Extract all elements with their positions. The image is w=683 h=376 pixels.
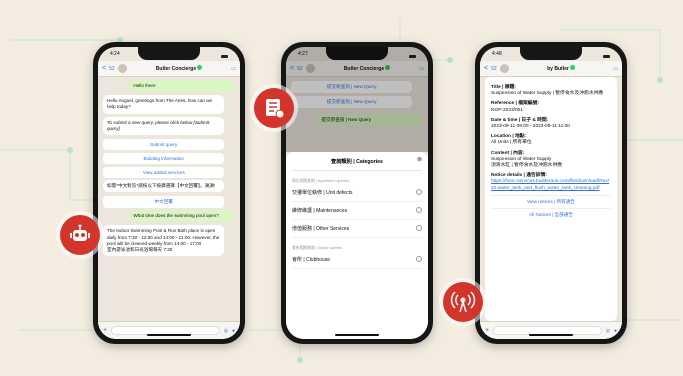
camera-icon[interactable]: ◎ [606,328,610,334]
notice-link[interactable]: https://fonic-services.builderaus.com/fi… [491,179,609,190]
message-input-bar: + ◎ ● [480,321,622,339]
answer-bubble: The Indoor Swimming Pool & Run Bath plac… [103,225,225,257]
field-value: 2023-09-11 09:00 - 2023-09-11 11:00 [491,124,570,130]
notch [520,47,582,60]
all-notices-button[interactable]: All Notices | 全部通告 [491,208,611,221]
checklist-icon [254,88,294,128]
verified-icon [197,65,203,70]
message-bubble: Hello there [129,80,235,93]
home-indicator [147,334,191,336]
categories-sheet: 查詢類別 | Categories ⊗ 單位相關查詢 | Apartment qu… [286,152,428,339]
broadcast-icon [443,282,483,322]
mic-icon[interactable]: ● [232,328,235,334]
answer-text: The Indoor Swimming Pool & Run Bath plac… [107,228,220,246]
robot-icon [60,215,100,255]
plus-icon[interactable]: + [103,327,107,334]
avatar[interactable] [117,64,127,73]
close-icon[interactable]: ⊗ [417,156,422,163]
home-indicator [335,334,379,336]
checklist-icon-graphic [266,99,285,119]
option-clubhouse[interactable]: 會所 | Clubhouse [292,251,422,269]
option-maintenances[interactable]: 維修維護 | Maintenances [292,202,422,220]
chat-header: < 52 Butler Concierge ▭ [98,61,240,77]
chat-title: Butler Concierge [155,66,197,72]
status-time: 4:24 [110,51,120,57]
phone-screen: 4:24 < 52 Butler Concierge ▭ Hello there… [98,47,240,339]
radio-icon[interactable] [416,256,422,262]
option-label: 交樓單位執修 | Unit defects [292,190,353,196]
question-bubble: What time does the swimming pool open? [129,210,235,223]
plus-icon[interactable]: + [485,327,489,334]
battery-icon [603,54,610,58]
building-information-button[interactable]: Building information [103,152,225,165]
phone-notice: 4:48 < 52 by Butler ▭ Title | 標題: Suspen… [475,42,627,344]
option-label: 會所 | Clubhouse [292,257,330,263]
radio-icon[interactable] [416,189,422,195]
robot-icon-graphic [70,224,90,241]
chat-title: by Butler [547,66,569,72]
option-unit-defects[interactable]: 交樓單位執修 | Unit defects [292,184,422,202]
field-value: All Units | 所有單位 [491,140,532,146]
message-bubble: Hello Anguel, greetings from The Aries, … [103,95,225,114]
option-label: 維修維護 | Maintenances [292,208,348,214]
unread-count: 52 [491,65,497,72]
phone-categories: 4:27 < 52 Butler Concierge ▭ 提交新查詢 | New… [281,42,433,344]
sheet-title-text: 查詢類別 | Categories [331,159,383,165]
view-notices-button[interactable]: View notices | 所有通告 [491,194,611,208]
message-bubble-zh: 如需*中文對答*請按以下按鍵選擇【中文回覆】。謝謝! [103,180,225,193]
camera-icon[interactable]: ◎ [224,328,228,334]
mic-icon[interactable]: ● [614,328,617,334]
video-call-icon[interactable]: ▭ [231,66,236,72]
message-bubble: To submit a new query, please click belo… [103,116,225,136]
phone-screen: 4:27 < 52 Butler Concierge ▭ 提交新查詢 | New… [286,47,428,339]
notice-message: Title | 標題: Suspension of Water Supply |… [485,77,617,321]
unread-count: 52 [109,65,115,72]
field-value: Suspension of Water Supply | 暫停食水及沖廁水供應 [491,91,604,97]
chat-thread: Hello there Hello Anguel, greetings from… [98,77,240,321]
verified-icon [569,65,575,70]
radio-icon[interactable] [416,225,422,231]
chinese-reply-button[interactable]: 中文回覆 [103,195,225,209]
notch [138,47,200,60]
status-time: 4:48 [492,51,502,57]
message-input-bar: + ◎ ● [98,321,240,339]
sheet-title: 查詢類別 | Categories ⊗ [292,152,422,171]
sheet-backdrop[interactable] [286,47,428,152]
video-call-icon[interactable]: ▭ [613,66,618,72]
broadcast-icon-graphic [450,291,476,313]
option-label: 增值服務 | Other Services [292,226,350,232]
chat-header: < 52 by Butler ▭ [480,61,622,77]
radio-icon[interactable] [416,207,422,213]
view-added-services-button[interactable]: View added services [103,166,225,179]
field-value: 須清水缸 | 暫停食水及沖廁水供應 [491,163,563,169]
phone-chat: 4:24 < 52 Butler Concierge ▭ Hello there… [93,42,245,344]
field-value: NOP-2023/001 [491,107,523,113]
submit-query-button[interactable]: Submit query [103,138,225,151]
field-value: Suspension of Water Supply [491,156,552,162]
answer-text-zh: 室內游泳池和日光浴場每天 7:30 [107,247,173,253]
battery-icon [221,54,228,58]
back-chevron-icon[interactable]: < [484,65,488,72]
home-indicator [529,334,573,336]
back-chevron-icon[interactable]: < [102,65,106,72]
avatar[interactable] [499,64,509,73]
phone-screen: 4:48 < 52 by Butler ▭ Title | 標題: Suspen… [480,47,622,339]
option-other-services[interactable]: 增值服務 | Other Services [292,220,422,238]
